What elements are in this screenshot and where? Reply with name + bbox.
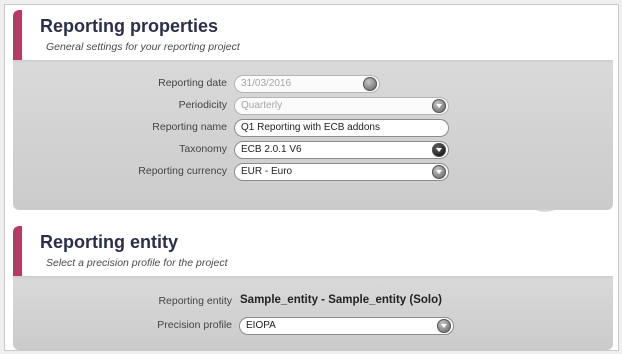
reporting-date-value: 31/03/2016	[241, 78, 292, 89]
reporting-name-label: Reporting name	[152, 121, 227, 133]
reporting-name-row: Reporting name	[13, 118, 227, 138]
periodicity-value: Quarterly	[241, 100, 283, 111]
currency-select[interactable]: EUR - Euro	[234, 163, 449, 181]
currency-value: EUR - Euro	[241, 166, 293, 177]
periodicity-row: Periodicity	[13, 96, 227, 116]
reporting-date-row: Reporting date	[13, 74, 227, 94]
precision-profile-row: Precision profile	[13, 316, 232, 336]
chevron-down-icon[interactable]	[437, 319, 451, 333]
reporting-entity-label: Reporting entity	[158, 295, 232, 307]
reporting-name-input[interactable]: Q1 Reporting with ECB addons	[234, 119, 449, 137]
reporting-entity-row: Reporting entity	[13, 292, 232, 312]
reporting-date-label: Reporting date	[158, 77, 227, 89]
app-frame: Reporting properties General settings fo…	[4, 4, 619, 351]
properties-title: Reporting properties	[40, 16, 219, 36]
properties-subtitle: General settings for your reporting proj…	[46, 41, 240, 53]
precision-profile-label: Precision profile	[157, 319, 232, 331]
taxonomy-row: Taxonomy	[13, 140, 227, 160]
reporting-date-field[interactable]: 31/03/2016	[234, 75, 380, 93]
chevron-down-icon[interactable]	[432, 99, 446, 113]
entity-title: Reporting entity	[40, 232, 178, 252]
reporting-properties-panel: Reporting properties General settings fo…	[13, 10, 613, 210]
accent-bar	[13, 226, 22, 276]
periodicity-label: Periodicity	[178, 99, 227, 111]
chevron-down-icon[interactable]	[432, 165, 446, 179]
reporting-entity-panel: Reporting entity Select a precision prof…	[13, 226, 613, 350]
periodicity-select[interactable]: Quarterly	[234, 97, 449, 115]
chevron-down-icon[interactable]	[432, 143, 446, 157]
accent-bar	[13, 10, 22, 60]
taxonomy-value: ECB 2.0.1 V6	[241, 144, 302, 155]
precision-profile-select[interactable]: EIOPA	[239, 317, 454, 335]
entity-header: Reporting entity Select a precision prof…	[13, 226, 613, 276]
currency-row: Reporting currency	[13, 162, 227, 182]
date-picker-icon[interactable]	[363, 77, 377, 91]
taxonomy-select[interactable]: ECB 2.0.1 V6	[234, 141, 449, 159]
reporting-entity-value: Sample_entity - Sample_entity (Solo)	[240, 294, 442, 306]
reporting-name-value: Q1 Reporting with ECB addons	[241, 122, 380, 133]
properties-header: Reporting properties General settings fo…	[13, 10, 613, 60]
precision-profile-value: EIOPA	[246, 320, 276, 331]
taxonomy-label: Taxonomy	[179, 143, 227, 155]
currency-label: Reporting currency	[138, 165, 227, 177]
entity-subtitle: Select a precision profile for the proje…	[46, 257, 228, 269]
